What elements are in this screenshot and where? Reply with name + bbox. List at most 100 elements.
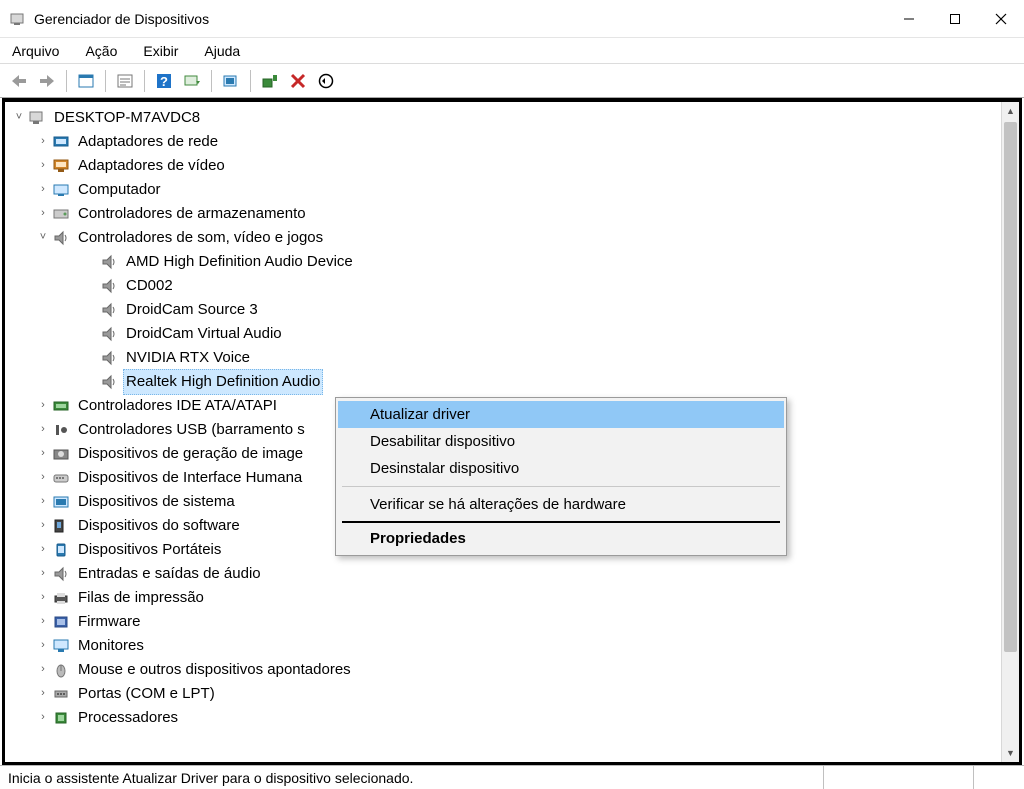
- expander-icon[interactable]: ›: [35, 709, 51, 727]
- ports-icon: [51, 685, 71, 703]
- tree-item-label: Controladores de som, vídeo e jogos: [75, 226, 326, 250]
- help-button[interactable]: ?: [151, 68, 177, 94]
- tree-item-label: DESKTOP-M7AVDC8: [51, 106, 203, 130]
- context-item[interactable]: Desinstalar dispositivo: [338, 455, 784, 482]
- tree-category[interactable]: › Filas de impressão: [11, 586, 1001, 610]
- monitor-icon: [51, 637, 71, 655]
- scan-hardware-button[interactable]: [179, 68, 205, 94]
- client-area: ˅DESKTOP-M7AVDC8›Adaptadores de rede›Ada…: [2, 98, 1022, 765]
- expander-icon[interactable]: ›: [35, 469, 51, 487]
- show-hidden-button[interactable]: [73, 68, 99, 94]
- tree-category[interactable]: ›Firmware: [11, 610, 1001, 634]
- menu-arquivo[interactable]: Arquivo: [8, 41, 63, 61]
- sound-icon: [99, 373, 119, 391]
- window-title: Gerenciador de Dispositivos: [34, 11, 209, 27]
- expander-icon[interactable]: ›: [35, 637, 51, 655]
- scroll-thumb[interactable]: [1004, 122, 1017, 652]
- svg-text:?: ?: [160, 74, 168, 89]
- context-item[interactable]: Propriedades: [338, 525, 784, 552]
- tree-device[interactable]: DroidCam Virtual Audio: [11, 322, 1001, 346]
- vertical-scrollbar[interactable]: ▲ ▼: [1001, 102, 1019, 762]
- tree-item-label: Controladores USB (barramento s: [75, 418, 308, 442]
- properties-button[interactable]: [112, 68, 138, 94]
- tree-category[interactable]: › Mouse e outros dispositivos apontadores: [11, 658, 1001, 682]
- ide-icon: [51, 397, 71, 415]
- tree-item-label: Dispositivos de sistema: [75, 490, 238, 514]
- expander-icon[interactable]: ›: [35, 133, 51, 151]
- toolbar: ?: [0, 64, 1024, 98]
- tree-device[interactable]: Realtek High Definition Audio: [11, 370, 1001, 394]
- tree-item-label: AMD High Definition Audio Device: [123, 250, 356, 274]
- menu-ajuda[interactable]: Ajuda: [200, 41, 244, 61]
- tree-item-label: Mouse e outros dispositivos apontadores: [75, 658, 354, 682]
- sound-icon: [99, 301, 119, 319]
- tree-root[interactable]: ˅ DESKTOP-M7AVDC8: [11, 106, 1001, 130]
- menu-acao[interactable]: Ação: [81, 41, 121, 61]
- network-icon: [51, 133, 71, 151]
- enable-button[interactable]: [313, 68, 339, 94]
- tree-item-label: Processadores: [75, 706, 181, 730]
- tree-category[interactable]: ˅ Controladores de som, vídeo e jogos: [11, 226, 1001, 250]
- mouse-icon: [51, 661, 71, 679]
- expander-icon[interactable]: ›: [35, 661, 51, 679]
- tree-category[interactable]: ›Monitores: [11, 634, 1001, 658]
- computer-icon: [51, 181, 71, 199]
- expander-icon[interactable]: ›: [35, 157, 51, 175]
- tree-item-label: Entradas e saídas de áudio: [75, 562, 264, 586]
- expander-icon[interactable]: ›: [35, 421, 51, 439]
- tree-item-label: Filas de impressão: [75, 586, 207, 610]
- expander-icon[interactable]: ›: [35, 397, 51, 415]
- tree-category[interactable]: ›Controladores de armazenamento: [11, 202, 1001, 226]
- tree-category[interactable]: ›Computador: [11, 178, 1001, 202]
- tree-category[interactable]: › Portas (COM e LPT): [11, 682, 1001, 706]
- tree-device[interactable]: AMD High Definition Audio Device: [11, 250, 1001, 274]
- app-icon: [8, 10, 26, 28]
- close-button[interactable]: [978, 0, 1024, 37]
- back-button[interactable]: [6, 68, 32, 94]
- add-legacy-button[interactable]: [257, 68, 283, 94]
- expander-icon[interactable]: ›: [35, 685, 51, 703]
- tree-category[interactable]: ›Adaptadores de rede: [11, 130, 1001, 154]
- cpu-icon: [51, 709, 71, 727]
- expander-icon[interactable]: ›: [35, 517, 51, 535]
- minimize-button[interactable]: [886, 0, 932, 37]
- scroll-up-button[interactable]: ▲: [1002, 102, 1019, 120]
- tree-item-label: Dispositivos do software: [75, 514, 243, 538]
- menu-bar: Arquivo Ação Exibir Ajuda: [0, 38, 1024, 64]
- tree-device[interactable]: CD002: [11, 274, 1001, 298]
- forward-button[interactable]: [34, 68, 60, 94]
- printer-icon: [51, 589, 71, 607]
- scroll-track[interactable]: [1002, 120, 1019, 744]
- expander-icon[interactable]: ›: [35, 445, 51, 463]
- tree-category[interactable]: › Processadores: [11, 706, 1001, 730]
- expander-icon[interactable]: ›: [35, 541, 51, 559]
- status-text: Inicia o assistente Atualizar Driver par…: [4, 766, 824, 789]
- expander-icon[interactable]: ›: [35, 493, 51, 511]
- menu-exibir[interactable]: Exibir: [139, 41, 182, 61]
- tree-item-label: Adaptadores de vídeo: [75, 154, 228, 178]
- expander-icon[interactable]: ›: [35, 205, 51, 223]
- sound-icon: [99, 277, 119, 295]
- tree-item-label: Portas (COM e LPT): [75, 682, 218, 706]
- context-item[interactable]: Verificar se há alterações de hardware: [338, 491, 784, 518]
- tree-category[interactable]: › Entradas e saídas de áudio: [11, 562, 1001, 586]
- update-driver-button[interactable]: [218, 68, 244, 94]
- tree-category[interactable]: › Adaptadores de vídeo: [11, 154, 1001, 178]
- context-item[interactable]: Atualizar driver: [338, 401, 784, 428]
- tree-device[interactable]: DroidCam Source 3: [11, 298, 1001, 322]
- maximize-button[interactable]: [932, 0, 978, 37]
- expander-icon[interactable]: ›: [35, 565, 51, 583]
- hid-icon: [51, 469, 71, 487]
- system-icon: [51, 493, 71, 511]
- context-item[interactable]: Desabilitar dispositivo: [338, 428, 784, 455]
- scroll-down-button[interactable]: ▼: [1002, 744, 1019, 762]
- expander-icon[interactable]: ›: [35, 181, 51, 199]
- expander-icon[interactable]: ›: [35, 589, 51, 607]
- expander-icon[interactable]: ›: [35, 613, 51, 631]
- expander-icon[interactable]: ˅: [11, 109, 27, 127]
- context-menu: Atualizar driverDesabilitar dispositivoD…: [335, 397, 787, 556]
- expander-icon[interactable]: ˅: [35, 229, 51, 247]
- tree-device[interactable]: NVIDIA RTX Voice: [11, 346, 1001, 370]
- uninstall-button[interactable]: [285, 68, 311, 94]
- sound-icon: [99, 349, 119, 367]
